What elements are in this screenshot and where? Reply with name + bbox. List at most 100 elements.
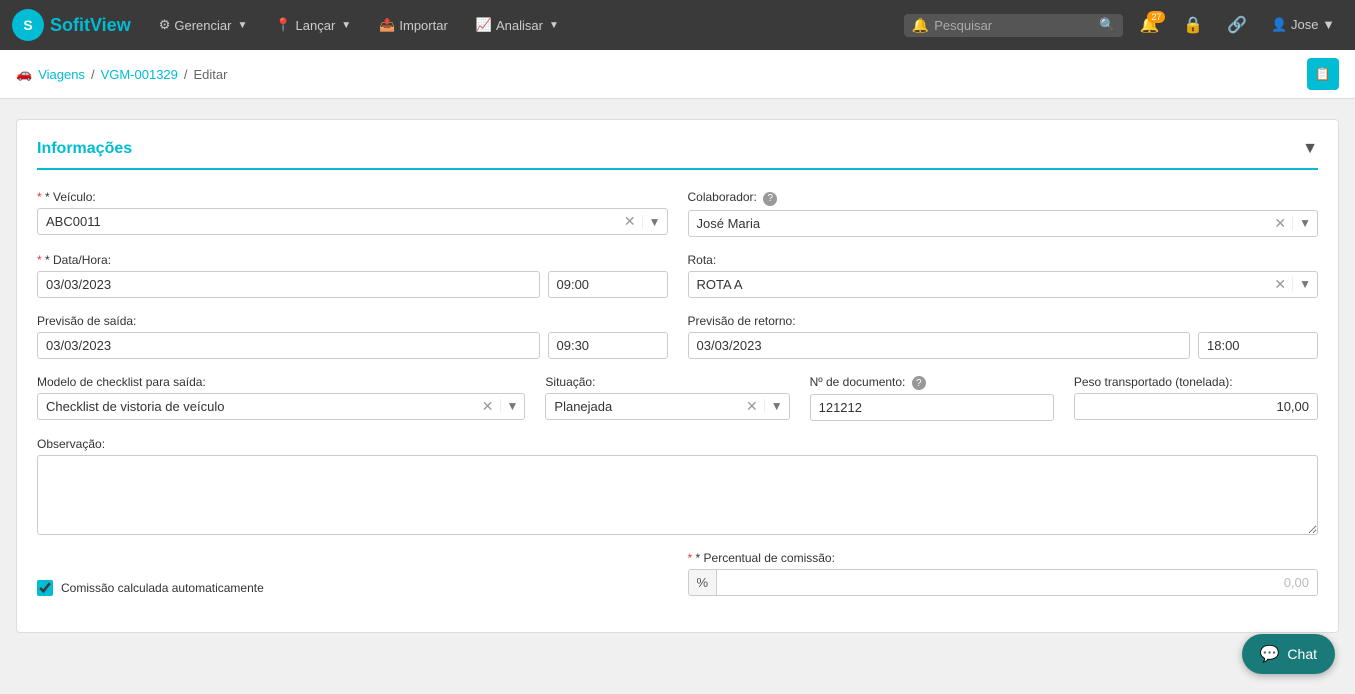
collapse-icon[interactable]: ▼ [1302, 140, 1318, 158]
notifications-button[interactable]: 🔔 27 [1131, 11, 1167, 39]
situacao-arrow-icon[interactable]: ▼ [764, 399, 789, 413]
location-icon: 📍 [275, 17, 291, 33]
colaborador-arrow-icon[interactable]: ▼ [1292, 216, 1317, 230]
colaborador-label: Colaborador: ? [688, 190, 1319, 206]
gear-icon: ⚙ [159, 17, 171, 33]
prev-saida-label: Previsão de saída: [37, 314, 668, 328]
situacao-label: Situação: [545, 375, 789, 389]
comissao-group: Comissão calculada automaticamente [37, 580, 668, 596]
nav-lancar[interactable]: 📍 Lançar ▼ [265, 11, 361, 39]
checklist-clear-icon[interactable]: ✕ [476, 398, 500, 415]
form-row-6: Comissão calculada automaticamente * * P… [37, 551, 1318, 596]
observacao-input[interactable] [37, 455, 1318, 535]
rota-value: ROTA A [689, 272, 1269, 297]
checklist-select[interactable]: Checklist de vistoria de veículo ✕ ▼ [37, 393, 525, 420]
prev-retorno-label: Previsão de retorno: [688, 314, 1319, 328]
comissao-checkbox[interactable] [37, 580, 53, 596]
nav-importar[interactable]: 📤 Importar [369, 11, 458, 39]
chevron-down-icon: ▼ [549, 20, 559, 31]
card-title: Informações [37, 140, 132, 158]
peso-label: Peso transportado (tonelada): [1074, 375, 1318, 389]
breadcrumb-trip-id[interactable]: VGM-001329 [101, 67, 178, 82]
prev-saida-time-input[interactable] [548, 332, 668, 359]
chat-button[interactable]: 💬 Chat [1242, 634, 1336, 674]
percentual-group: * * Percentual de comissão: % [688, 551, 1319, 596]
search-icon[interactable]: 🔍 [1099, 17, 1115, 33]
situacao-value: Planejada [546, 394, 740, 419]
percentual-label: * * Percentual de comissão: [688, 551, 1319, 565]
chevron-down-icon: ▼ [237, 20, 247, 31]
logo[interactable]: S SofitView [12, 9, 131, 41]
colaborador-select[interactable]: José Maria ✕ ▼ [688, 210, 1319, 237]
form-row-4: Modelo de checklist para saída: Checklis… [37, 375, 1318, 422]
breadcrumb-viagens[interactable]: Viagens [38, 67, 85, 82]
veiculo-value: ABC0011 [38, 209, 618, 234]
situacao-select[interactable]: Planejada ✕ ▼ [545, 393, 789, 420]
page-content: Informações ▼ * * Veículo: ABC0011 ✕ ▼ C… [0, 99, 1355, 653]
colaborador-clear-icon[interactable]: ✕ [1268, 215, 1292, 232]
prev-retorno-date-input[interactable] [688, 332, 1191, 359]
form-row-3: Previsão de saída: Previsão de retorno: [37, 314, 1318, 359]
upload-icon: 📤 [379, 17, 395, 33]
hora-input[interactable] [548, 271, 668, 298]
user-menu[interactable]: 👤 Jose ▼ [1263, 13, 1343, 37]
checklist-group: Modelo de checklist para saída: Checklis… [37, 375, 525, 422]
rota-arrow-icon[interactable]: ▼ [1292, 277, 1317, 291]
lock-button[interactable]: 🔒 [1175, 11, 1211, 39]
colaborador-value: José Maria [689, 211, 1269, 236]
nav-gerenciar[interactable]: ⚙ Gerenciar ▼ [149, 11, 258, 39]
chevron-down-icon: ▼ [341, 20, 351, 31]
peso-input[interactable] [1074, 393, 1318, 420]
share-button[interactable]: 🔗 [1219, 11, 1255, 39]
logo-icon: S [12, 9, 44, 41]
rota-clear-icon[interactable]: ✕ [1268, 276, 1292, 293]
ndoc-group: Nº de documento: ? [810, 375, 1054, 422]
export-icon: 📋 [1315, 66, 1331, 82]
veiculo-clear-icon[interactable]: ✕ [618, 213, 642, 230]
situacao-group: Situação: Planejada ✕ ▼ [545, 375, 789, 422]
veiculo-group: * * Veículo: ABC0011 ✕ ▼ [37, 190, 668, 237]
percentual-input[interactable] [717, 570, 1317, 595]
veiculo-arrow-icon[interactable]: ▼ [642, 215, 667, 229]
form-row-5: Observação: [37, 437, 1318, 535]
prev-retorno-time-input[interactable] [1198, 332, 1318, 359]
ndoc-help-icon[interactable]: ? [912, 376, 926, 390]
prev-retorno-group: Previsão de retorno: [688, 314, 1319, 359]
prev-saida-date-input[interactable] [37, 332, 540, 359]
veiculo-select[interactable]: ABC0011 ✕ ▼ [37, 208, 668, 235]
chart-icon: 📈 [476, 17, 492, 33]
export-button[interactable]: 📋 [1307, 58, 1339, 90]
percent-prefix: % [689, 570, 718, 595]
info-card: Informações ▼ * * Veículo: ABC0011 ✕ ▼ C… [16, 119, 1339, 633]
situacao-clear-icon[interactable]: ✕ [740, 398, 764, 415]
rota-select[interactable]: ROTA A ✕ ▼ [688, 271, 1319, 298]
checklist-arrow-icon[interactable]: ▼ [500, 399, 525, 413]
navbar: S SofitView ⚙ Gerenciar ▼ 📍 Lançar ▼ 📤 I… [0, 0, 1355, 50]
datahora-label: * * Data/Hora: [37, 253, 668, 267]
observacao-group: Observação: [37, 437, 1318, 535]
notification-badge: 27 [1147, 11, 1165, 23]
chat-label: Chat [1287, 646, 1317, 662]
data-input[interactable] [37, 271, 540, 298]
veiculo-label: * * Veículo: [37, 190, 668, 204]
observacao-label: Observação: [37, 437, 1318, 451]
search-input[interactable] [934, 18, 1094, 33]
form-row-2: * * Data/Hora: Rota: ROTA A ✕ ▼ [37, 253, 1318, 298]
rota-group: Rota: ROTA A ✕ ▼ [688, 253, 1319, 298]
ndoc-input[interactable] [810, 394, 1054, 421]
card-header: Informações ▼ [37, 140, 1318, 170]
breadcrumb-bar: 🚗 Viagens / VGM-001329 / Editar 📋 [0, 50, 1355, 99]
colaborador-help-icon[interactable]: ? [763, 192, 777, 206]
home-icon: 🚗 [16, 66, 32, 82]
checklist-value: Checklist de vistoria de veículo [38, 394, 476, 419]
search-box: 🔔 🔍 [904, 14, 1124, 37]
checklist-label: Modelo de checklist para saída: [37, 375, 525, 389]
bell-icon: 🔔 [912, 17, 929, 34]
nav-analisar[interactable]: 📈 Analisar ▼ [466, 11, 569, 39]
comissao-label: Comissão calculada automaticamente [61, 581, 264, 595]
rota-label: Rota: [688, 253, 1319, 267]
datahora-group: * * Data/Hora: [37, 253, 668, 298]
peso-group: Peso transportado (tonelada): [1074, 375, 1318, 422]
form-row-1: * * Veículo: ABC0011 ✕ ▼ Colaborador: ? … [37, 190, 1318, 237]
ndoc-label: Nº de documento: ? [810, 375, 1054, 391]
